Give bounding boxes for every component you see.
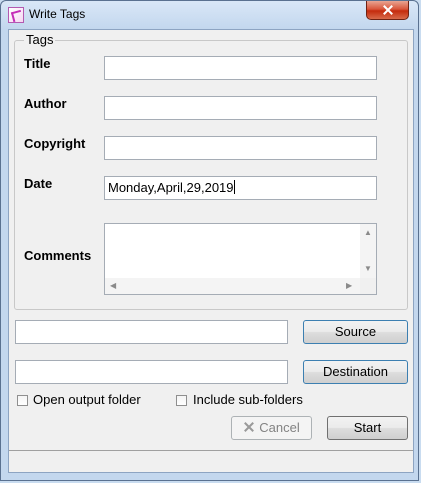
comments-textarea[interactable]: ▲ ▼ ◀ ▶: [104, 223, 377, 295]
date-value: Monday,April,29,2019: [108, 180, 234, 195]
start-button[interactable]: Start: [327, 416, 408, 440]
text-caret: [233, 180, 235, 194]
pen-tag-icon: [8, 7, 24, 23]
include-subfolders-checkbox[interactable]: [176, 395, 187, 406]
comments-horizontal-scrollbar[interactable]: ◀ ▶: [105, 278, 360, 294]
source-path-field[interactable]: [15, 320, 288, 344]
title-bar[interactable]: Write Tags: [1, 1, 418, 29]
scroll-right-arrow-icon[interactable]: ▶: [346, 282, 352, 290]
dialog-body: Tags Title Author Copyright Date Monday,…: [8, 29, 414, 473]
comments-label: Comments: [24, 248, 92, 263]
source-button[interactable]: Source: [303, 320, 408, 344]
cancel-button[interactable]: Cancel: [231, 416, 312, 440]
date-field[interactable]: Monday,April,29,2019: [104, 176, 377, 200]
close-button[interactable]: [366, 1, 409, 20]
open-output-folder-label[interactable]: Open output folder: [33, 392, 141, 407]
open-output-folder-checkbox[interactable]: [17, 395, 28, 406]
scroll-down-arrow-icon[interactable]: ▼: [364, 265, 372, 273]
scroll-left-arrow-icon[interactable]: ◀: [110, 282, 116, 290]
author-field[interactable]: [104, 96, 377, 120]
destination-path-field[interactable]: [15, 360, 288, 384]
scroll-up-arrow-icon[interactable]: ▲: [364, 229, 372, 237]
title-label: Title: [24, 56, 51, 71]
cancel-label: Cancel: [259, 420, 300, 435]
scrollbar-corner: [360, 278, 376, 294]
destination-button[interactable]: Destination: [303, 360, 408, 384]
tags-groupbox: Tags Title Author Copyright Date Monday,…: [14, 32, 408, 310]
copyright-label: Copyright: [24, 136, 86, 151]
window-title: Write Tags: [29, 7, 86, 21]
write-tags-window: Write Tags Tags Title Author Copyright D…: [0, 0, 419, 481]
tags-legend: Tags: [24, 32, 56, 47]
status-bar: [9, 450, 413, 472]
comments-vertical-scrollbar[interactable]: ▲ ▼: [360, 224, 376, 279]
cancel-x-icon: [243, 421, 255, 433]
title-field[interactable]: [104, 56, 377, 80]
date-label: Date: [24, 176, 53, 191]
include-subfolders-label[interactable]: Include sub-folders: [193, 392, 303, 407]
author-label: Author: [24, 96, 67, 111]
copyright-field[interactable]: [104, 136, 377, 160]
